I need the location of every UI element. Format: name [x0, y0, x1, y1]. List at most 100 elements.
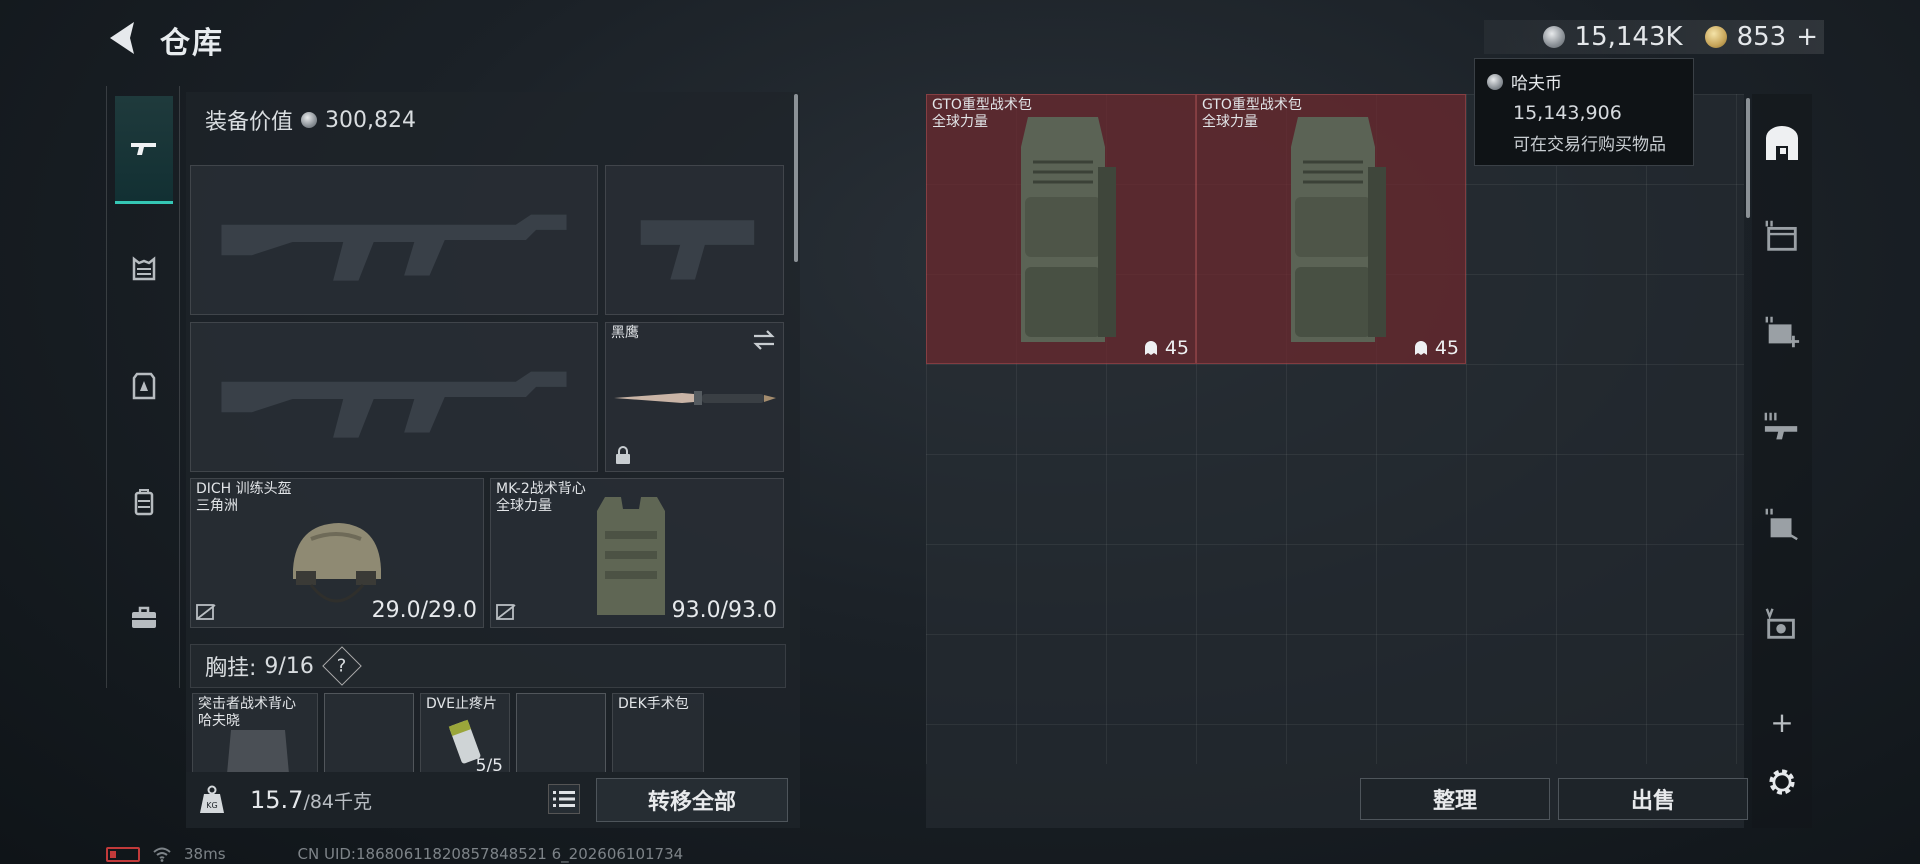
carry-weight: 15.7/84千克	[250, 786, 372, 814]
storage-ammo-icon	[1765, 608, 1795, 639]
equipment-category-sidebar	[106, 86, 180, 688]
page-title: 仓库	[160, 26, 224, 61]
gold-coin-icon	[1704, 26, 1727, 48]
weight-current: 15.7	[250, 786, 304, 814]
currency-tooltip: 哈夫币 15,143,906 可在交易行购买物品	[1474, 58, 1694, 166]
havoc-coin-icon	[1487, 73, 1503, 90]
ghost-icon	[1144, 341, 1157, 355]
tab-chest-rig[interactable]	[115, 216, 173, 324]
weight-icon[interactable]: KG	[198, 785, 226, 815]
help-button[interactable]: ?	[322, 646, 362, 686]
tab-stash-5[interactable]	[1758, 500, 1806, 548]
melee-name: 黑鹰	[611, 325, 639, 341]
chest-item-empty-slot[interactable]	[516, 693, 606, 773]
ghost-icon	[1414, 341, 1427, 355]
stash-scrollbar[interactable]	[1746, 98, 1750, 218]
helmet-name: DICH 训练头盔	[196, 481, 292, 497]
secondary-weapon-slot[interactable]	[190, 322, 598, 472]
chest-item-painkillers[interactable]: DVE止疼片 5/5	[420, 693, 510, 773]
helmet-durability: 29.0/29.0	[371, 598, 477, 623]
chest-rig-label: 胸挂:	[205, 656, 257, 681]
weight-max: /84千克	[303, 791, 373, 813]
no-repair-icon	[196, 604, 216, 620]
tooltip-description: 可在交易行购买物品	[1513, 135, 1666, 155]
status-footer: 38ms CN UID:18680611820857848521 6_20260…	[106, 844, 683, 864]
stash-item-count: 45	[1434, 337, 1459, 359]
tab-stash-main[interactable]	[1758, 120, 1806, 168]
tab-stash-2[interactable]	[1758, 212, 1806, 260]
backpack-image	[1021, 117, 1116, 342]
user-uid: CN UID:18680611820857848521 6_2026061017…	[297, 845, 684, 863]
vest-brand: 全球力量	[496, 498, 552, 514]
chest-item-empty-slot[interactable]	[324, 693, 414, 773]
storage-box-icon	[1765, 220, 1797, 251]
stash-item-backpack[interactable]: GTO重型战术包 全球力量 45	[1196, 94, 1466, 364]
organize-button[interactable]: 整理	[1360, 778, 1550, 820]
chest-item-name: DVE止疼片	[426, 696, 497, 712]
sell-button[interactable]: 出售	[1558, 778, 1748, 820]
backpack-image	[1291, 117, 1386, 342]
swap-icon[interactable]	[751, 329, 777, 351]
knife-image	[614, 391, 776, 405]
silver-amount: 15,143K	[1574, 22, 1683, 52]
no-repair-icon	[496, 604, 516, 620]
armor-slot[interactable]: MK-2战术背心 全球力量 93.0/93.0	[490, 478, 784, 628]
pistol-icon	[131, 142, 156, 155]
stash-tabs: +	[1752, 94, 1812, 828]
stash-panel: GTO重型战术包 全球力量 45 GTO重型战术包 全球力量 45	[926, 94, 1744, 828]
settings-button[interactable]	[1758, 758, 1806, 806]
chest-item-surgery-kit[interactable]: DEK手术包	[612, 693, 704, 773]
chest-rig-bar: 胸挂: 9/16 ?	[190, 644, 786, 688]
tab-weapons[interactable]	[115, 96, 173, 204]
rifle-silhouette-icon	[221, 214, 567, 281]
stash-item-backpack[interactable]: GTO重型战术包 全球力量 45	[926, 94, 1196, 364]
equipment-scrollbar[interactable]	[794, 94, 798, 262]
chevron-left-icon	[110, 22, 134, 54]
tactical-vest-image	[227, 730, 289, 772]
chest-item-name: 突击者战术背心	[198, 696, 296, 712]
pistol-silhouette-icon	[640, 220, 755, 280]
primary-weapon-slot[interactable]	[190, 165, 598, 315]
armor-vest-icon	[132, 372, 156, 400]
rifle-silhouette-icon	[221, 371, 567, 438]
tab-stash-3[interactable]	[1758, 308, 1806, 356]
tooltip-title: 哈夫币	[1511, 74, 1562, 94]
chest-item-name: DEK手术包	[618, 696, 689, 712]
transfer-all-button[interactable]: 转移全部	[596, 778, 788, 822]
havoc-coin-icon	[301, 112, 318, 128]
ping: 38ms	[184, 845, 226, 863]
stash-home-icon	[1766, 126, 1798, 160]
tab-backpack[interactable]	[115, 448, 173, 556]
tab-stash-4[interactable]	[1758, 404, 1806, 452]
helmet-slot[interactable]: DICH 训练头盔 三角洲 29.0/29.0	[190, 478, 484, 628]
equipment-value-label: 装备价值	[205, 110, 294, 135]
stash-item-brand: 全球力量	[1202, 114, 1258, 130]
tab-stash-6[interactable]	[1758, 600, 1806, 648]
currency-bar[interactable]: 15,143K 853 +	[1484, 20, 1824, 54]
vest-name: MK-2战术背心	[496, 481, 586, 497]
back-button[interactable]	[104, 18, 144, 58]
storage-add-icon	[1765, 316, 1800, 348]
briefcase-icon	[132, 606, 156, 628]
chest-item-tactical-vest[interactable]: 突击者战术背心 哈夫晓	[192, 693, 318, 773]
add-stash-tab-button[interactable]: +	[1758, 698, 1806, 746]
pistol-slot[interactable]	[605, 165, 784, 315]
lock-icon	[616, 446, 630, 464]
list-icon	[553, 791, 575, 807]
add-gold-button[interactable]: +	[1796, 22, 1818, 52]
tab-case[interactable]	[115, 564, 173, 672]
stash-grid[interactable]: GTO重型战术包 全球力量 45 GTO重型战术包 全球力量 45	[926, 94, 1744, 764]
melee-slot[interactable]: 黑鹰	[605, 322, 784, 472]
helmet-brand: 三角洲	[196, 498, 238, 514]
tab-armor[interactable]	[115, 332, 173, 440]
armor-vest-image	[597, 497, 665, 615]
list-view-button[interactable]	[548, 784, 580, 814]
gear-icon	[1769, 769, 1795, 795]
chest-rig-icon	[132, 256, 156, 281]
help-icon: ?	[337, 655, 347, 677]
stash-item-brand: 全球力量	[932, 114, 988, 130]
backpack-icon	[134, 489, 154, 516]
equipment-value-amount: 300,824	[325, 107, 416, 133]
storage-medical-icon	[1765, 508, 1798, 541]
storage-rifle-icon	[1764, 412, 1798, 440]
